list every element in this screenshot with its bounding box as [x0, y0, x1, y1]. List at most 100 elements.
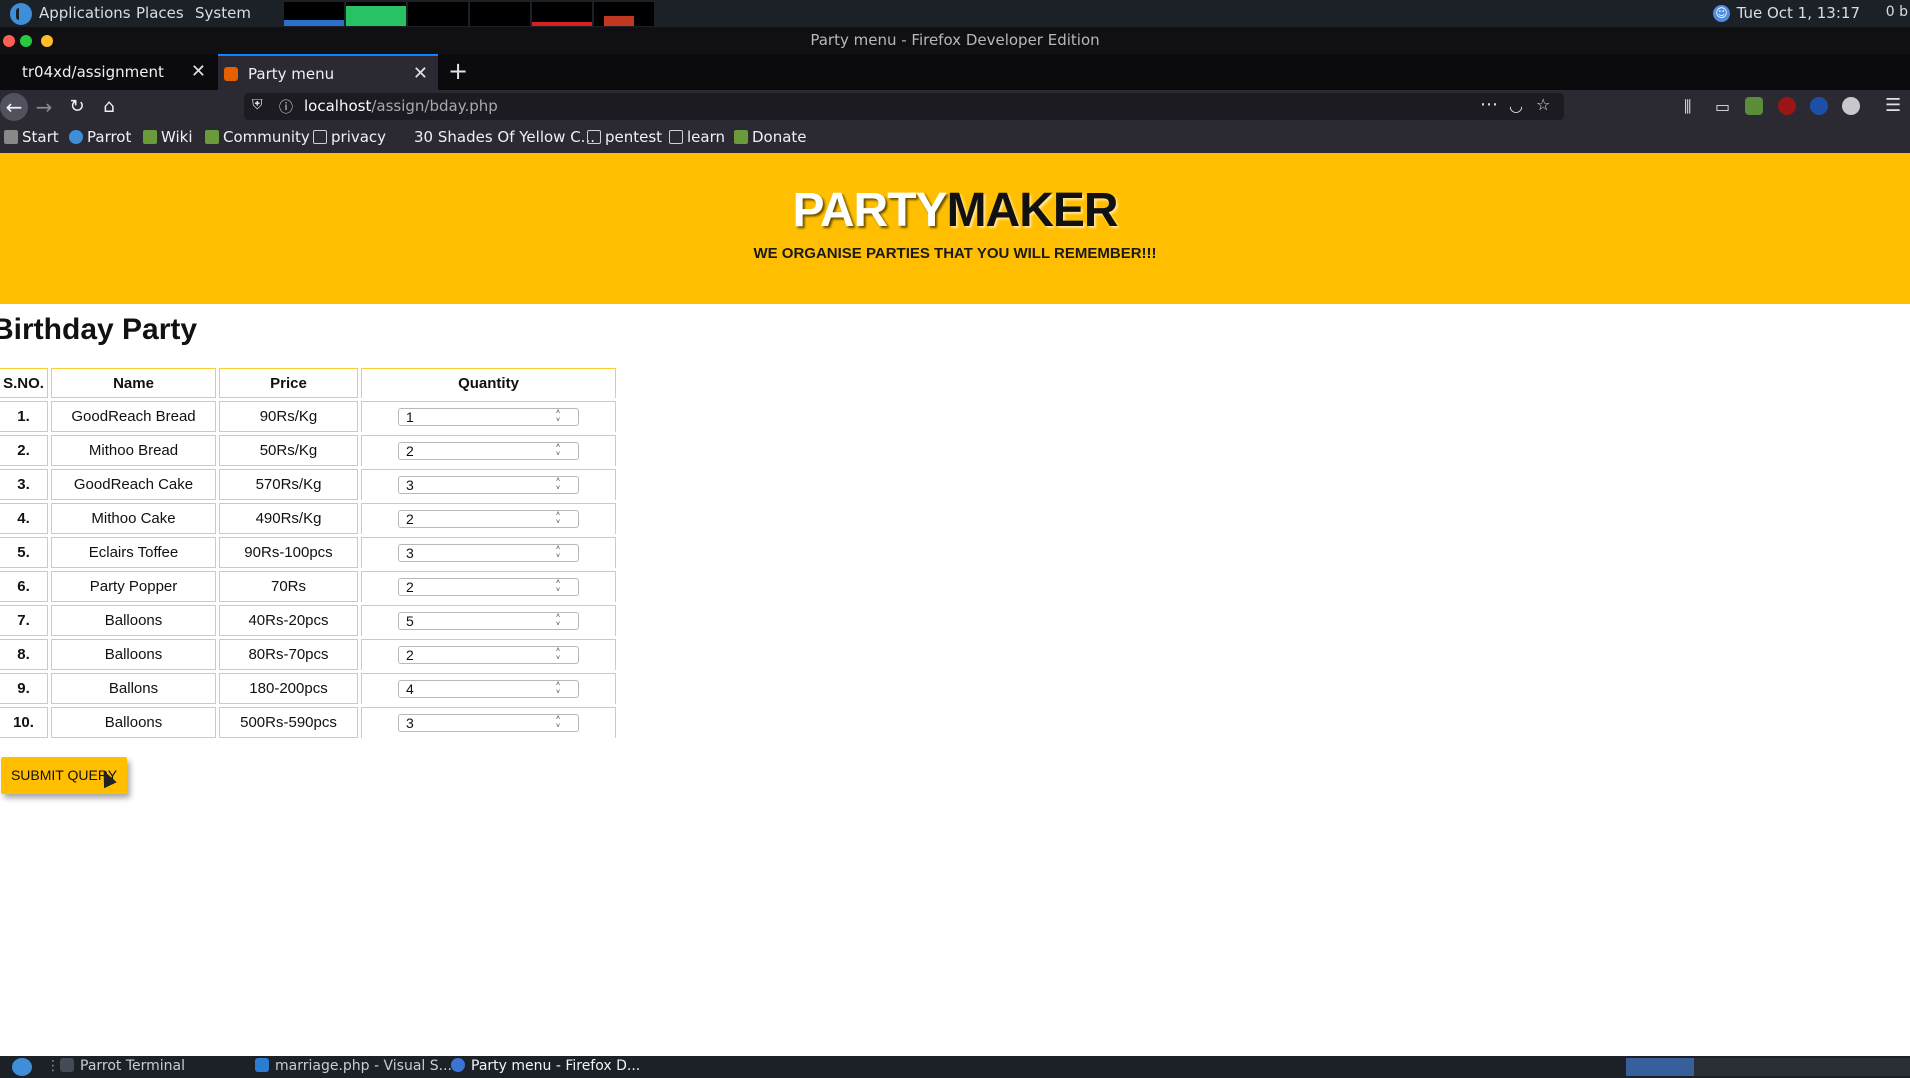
quantity-stepper[interactable]: 4 ˄ ˅	[398, 680, 579, 699]
sidebar-icon[interactable]: ▭	[1715, 97, 1730, 116]
quantity-stepper[interactable]: 3 ˄ ˅	[398, 714, 579, 733]
applications-menu[interactable]: Applications	[39, 4, 131, 22]
bookmark-pentest[interactable]: pentest	[587, 128, 662, 146]
quantity-stepper[interactable]: 2 ˄ ˅	[398, 646, 579, 665]
item-sno: 1.	[0, 401, 48, 432]
quantity-value: 3	[406, 715, 414, 732]
item-price: 180-200pcs	[219, 673, 358, 704]
parrot-icon	[69, 130, 83, 144]
bookmark-wiki[interactable]: Wiki	[143, 128, 193, 146]
s-extension-icon[interactable]	[1810, 97, 1828, 115]
bookmark-icon	[4, 130, 18, 144]
folder-icon	[313, 130, 327, 144]
quantity-stepper[interactable]: 3 ˄ ˅	[398, 476, 579, 495]
forward-arrow-icon[interactable]: →	[30, 93, 58, 121]
tab-party-menu[interactable]: Party menu ✕	[218, 54, 438, 90]
table-row: 7. Balloons 40Rs-20pcs 5 ˄ ˅	[0, 605, 616, 636]
header-name: Name	[51, 368, 216, 398]
url-text: localhost/assign/bday.php	[304, 97, 498, 115]
info-icon[interactable]: ⓘ	[279, 97, 293, 117]
maximize-window-icon[interactable]	[20, 35, 32, 47]
header-quantity: Quantity	[361, 368, 616, 398]
quantity-value: 1	[406, 409, 414, 426]
bookmark-30-shades[interactable]: 30 Shades Of Yellow C...	[414, 128, 595, 146]
spinner-arrows-icon[interactable]: ˄ ˅	[556, 715, 566, 731]
bookmark-community[interactable]: Community	[205, 128, 310, 146]
spinner-arrows-icon[interactable]: ˄ ˅	[556, 443, 566, 459]
taskbar-item-terminal[interactable]: Parrot Terminal	[60, 1058, 185, 1074]
close-tab-icon[interactable]: ✕	[191, 61, 206, 82]
workspace-switcher[interactable]	[1626, 1058, 1694, 1076]
cpu-graph	[284, 2, 344, 26]
reload-icon[interactable]: ↻	[63, 93, 91, 121]
item-sno: 6.	[0, 571, 48, 602]
quantity-stepper[interactable]: 2 ˄ ˅	[398, 510, 579, 529]
bookmark-parrot[interactable]: Parrot	[69, 128, 131, 146]
spinner-arrows-icon[interactable]: ˄ ˅	[556, 511, 566, 527]
bookmark-donate[interactable]: Donate	[734, 128, 807, 146]
quantity-stepper[interactable]: 2 ˄ ˅	[398, 442, 579, 461]
url-path: /assign/bday.php	[371, 97, 498, 115]
clock[interactable]: Tue Oct 1, 13:17	[1737, 4, 1860, 22]
item-quantity-cell: 1 ˄ ˅	[361, 401, 616, 432]
shield-icon[interactable]: ⛨	[252, 97, 263, 113]
account-icon[interactable]	[1842, 97, 1860, 115]
hamburger-menu-icon[interactable]: ☰	[1885, 95, 1901, 116]
extension-badge-icon[interactable]	[1745, 97, 1763, 115]
system-menu[interactable]: System	[195, 4, 251, 22]
quantity-value: 2	[406, 647, 414, 664]
handle-icon: ⋮	[46, 1058, 60, 1074]
close-tab-icon[interactable]: ✕	[413, 63, 428, 84]
item-sno: 2.	[0, 435, 48, 466]
bookmark-start[interactable]: Start	[4, 128, 59, 146]
bookmark-learn[interactable]: learn	[669, 128, 725, 146]
pocket-icon[interactable]: ◡	[1509, 96, 1523, 115]
load-graph	[470, 2, 530, 26]
parrot-menu-icon[interactable]	[12, 1058, 32, 1076]
spinner-arrows-icon[interactable]: ˄ ˅	[556, 579, 566, 595]
quantity-stepper[interactable]: 5 ˄ ˅	[398, 612, 579, 631]
page-actions-icon[interactable]: ⋯	[1480, 94, 1498, 115]
quantity-stepper[interactable]: 1 ˄ ˅	[398, 408, 579, 427]
minimize-window-icon[interactable]	[41, 35, 53, 47]
disk-graph	[594, 2, 654, 26]
quantity-value: 5	[406, 613, 414, 630]
accessibility-icon[interactable]: ☺	[1713, 5, 1730, 22]
spinner-arrows-icon[interactable]: ˄ ˅	[556, 681, 566, 697]
item-price: 70Rs	[219, 571, 358, 602]
taskbar-item-firefox[interactable]: Party menu - Firefox D...	[451, 1058, 640, 1074]
spinner-arrows-icon[interactable]: ˄ ˅	[556, 477, 566, 493]
favicon-icon	[224, 67, 238, 81]
new-tab-icon[interactable]: +	[448, 57, 468, 85]
top-panel: Applications Places System ☺ Tue Oct 1, …	[0, 0, 1910, 27]
tab-assignment[interactable]: tr04xd/assignment ✕	[0, 54, 216, 90]
item-name: Party Popper	[51, 571, 216, 602]
parrot-logo-icon[interactable]	[10, 3, 32, 25]
spinner-arrows-icon[interactable]: ˄ ˅	[556, 409, 566, 425]
table-row: 5. Eclairs Toffee 90Rs-100pcs 3 ˄ ˅	[0, 537, 616, 568]
url-bar[interactable]: ⛨ ⓘ localhost/assign/bday.php ⋯ ◡ ☆	[244, 93, 1564, 120]
navigation-bar: ← → ↻ ⌂ ⛨ ⓘ localhost/assign/bday.php ⋯ …	[0, 90, 1910, 123]
item-quantity-cell: 3 ˄ ˅	[361, 537, 616, 568]
item-quantity-cell: 2 ˄ ˅	[361, 639, 616, 670]
spinner-arrows-icon[interactable]: ˄ ˅	[556, 613, 566, 629]
table-row: 10. Balloons 500Rs-590pcs 3 ˄ ˅	[0, 707, 616, 738]
item-quantity-cell: 3 ˄ ˅	[361, 469, 616, 500]
home-icon[interactable]: ⌂	[95, 93, 123, 121]
back-arrow-icon[interactable]: ←	[0, 93, 28, 121]
item-sno: 9.	[0, 673, 48, 704]
item-quantity-cell: 3 ˄ ˅	[361, 707, 616, 738]
item-price: 490Rs/Kg	[219, 503, 358, 534]
bookmark-star-icon[interactable]: ☆	[1536, 95, 1550, 114]
spinner-arrows-icon[interactable]: ˄ ˅	[556, 545, 566, 561]
quantity-stepper[interactable]: 2 ˄ ˅	[398, 578, 579, 597]
quantity-stepper[interactable]: 3 ˄ ˅	[398, 544, 579, 563]
bookmark-privacy[interactable]: privacy	[313, 128, 386, 146]
taskbar-item-vscode[interactable]: marriage.php - Visual S...	[255, 1058, 452, 1074]
ublock-icon[interactable]	[1778, 97, 1796, 115]
item-price: 40Rs-20pcs	[219, 605, 358, 636]
close-window-icon[interactable]	[3, 35, 15, 47]
places-menu[interactable]: Places	[136, 4, 184, 22]
library-icon[interactable]: ⫼	[1684, 97, 1691, 117]
spinner-arrows-icon[interactable]: ˄ ˅	[556, 647, 566, 663]
